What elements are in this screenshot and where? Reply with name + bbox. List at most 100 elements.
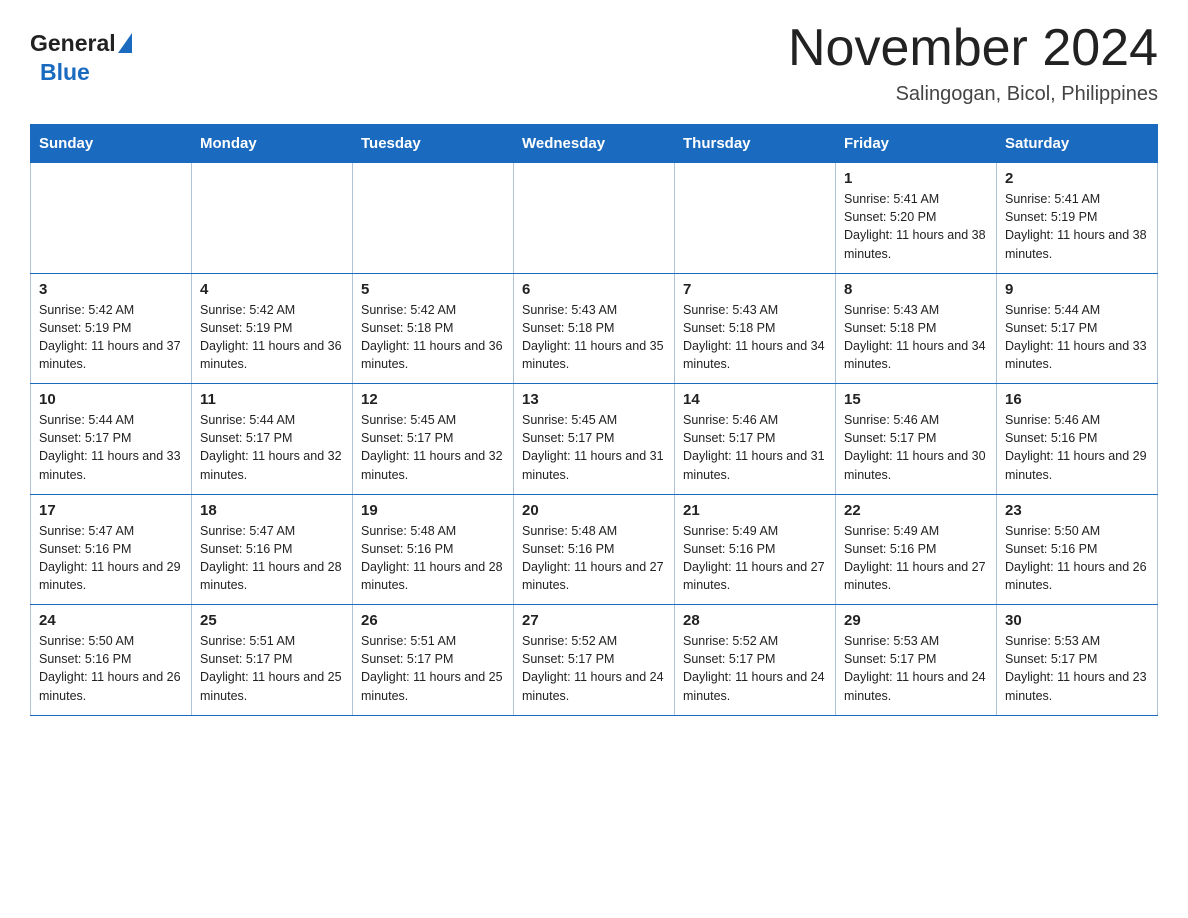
day-number: 23 [1005,502,1149,519]
calendar-cell: 1Sunrise: 5:41 AMSunset: 5:20 PMDaylight… [836,163,997,274]
calendar-week-3: 10Sunrise: 5:44 AMSunset: 5:17 PMDayligh… [31,384,1158,495]
day-info: Sunrise: 5:45 AMSunset: 5:17 PMDaylight:… [522,411,666,484]
day-info: Sunrise: 5:48 AMSunset: 5:16 PMDaylight:… [522,522,666,595]
day-number: 29 [844,612,988,629]
day-number: 11 [200,391,344,408]
logo-blue-text: Blue [40,59,90,86]
calendar-cell: 6 Sunrise: 5:43 AMSunset: 5:18 PMDaylight… [514,273,675,384]
day-number: 26 [361,612,505,629]
day-number: 19 [361,502,505,519]
calendar-cell: 22 Sunrise: 5:49 AMSunset: 5:16 PMDayligh… [836,494,997,605]
day-number: 17 [39,502,183,519]
calendar-cell: 3 Sunrise: 5:42 AMSunset: 5:19 PMDaylight… [31,273,192,384]
day-number: 18 [200,502,344,519]
calendar-cell: 7 Sunrise: 5:43 AMSunset: 5:18 PMDaylight… [675,273,836,384]
day-info: Sunrise: 5:50 AMSunset: 5:16 PMDaylight:… [39,632,183,705]
calendar-cell: 10Sunrise: 5:44 AMSunset: 5:17 PMDayligh… [31,384,192,495]
calendar-cell: 13Sunrise: 5:45 AMSunset: 5:17 PMDayligh… [514,384,675,495]
day-info: Sunrise: 5:44 AMSunset: 5:17 PMDaylight:… [39,411,183,484]
page-subtitle: Salingogan, Bicol, Philippines [788,83,1158,106]
calendar-cell: 9 Sunrise: 5:44 AMSunset: 5:17 PMDaylight… [997,273,1158,384]
calendar-cell: 28Sunrise: 5:52 AMSunset: 5:17 PMDayligh… [675,605,836,716]
calendar-cell: 27Sunrise: 5:52 AMSunset: 5:17 PMDayligh… [514,605,675,716]
calendar-cell: 25Sunrise: 5:51 AMSunset: 5:17 PMDayligh… [192,605,353,716]
calendar-cell: 20 Sunrise: 5:48 AMSunset: 5:16 PMDayligh… [514,494,675,605]
calendar-cell [192,163,353,274]
day-info: Sunrise: 5:45 AMSunset: 5:17 PMDaylight:… [361,411,505,484]
day-number: 28 [683,612,827,629]
calendar-week-2: 3 Sunrise: 5:42 AMSunset: 5:19 PMDaylight… [31,273,1158,384]
day-info: Sunrise: 5:51 AMSunset: 5:17 PMDaylight:… [361,632,505,705]
calendar-cell: 23Sunrise: 5:50 AMSunset: 5:16 PMDayligh… [997,494,1158,605]
page-header: General Blue November 2024 Salingogan, B… [30,20,1158,106]
day-number: 15 [844,391,988,408]
logo-arrow-icon [118,33,132,53]
day-number: 5 [361,281,505,298]
calendar-cell: 29 Sunrise: 5:53 AMSunset: 5:17 PMDayligh… [836,605,997,716]
day-number: 14 [683,391,827,408]
calendar-cell: 11Sunrise: 5:44 AMSunset: 5:17 PMDayligh… [192,384,353,495]
calendar-week-4: 17 Sunrise: 5:47 AMSunset: 5:16 PMDayligh… [31,494,1158,605]
calendar-cell: 12 Sunrise: 5:45 AMSunset: 5:17 PMDayligh… [353,384,514,495]
calendar-week-5: 24 Sunrise: 5:50 AMSunset: 5:16 PMDayligh… [31,605,1158,716]
day-number: 2 [1005,170,1149,187]
calendar-cell: 19 Sunrise: 5:48 AMSunset: 5:16 PMDayligh… [353,494,514,605]
weekday-header-wednesday: Wednesday [514,125,675,163]
weekday-header-friday: Friday [836,125,997,163]
day-info: Sunrise: 5:46 AMSunset: 5:17 PMDaylight:… [683,411,827,484]
calendar-cell: 5 Sunrise: 5:42 AMSunset: 5:18 PMDaylight… [353,273,514,384]
calendar-cell: 2Sunrise: 5:41 AMSunset: 5:19 PMDaylight… [997,163,1158,274]
calendar-cell [353,163,514,274]
day-info: Sunrise: 5:43 AMSunset: 5:18 PMDaylight:… [844,301,988,374]
day-number: 20 [522,502,666,519]
weekday-header-thursday: Thursday [675,125,836,163]
day-number: 22 [844,502,988,519]
day-number: 9 [1005,281,1149,298]
day-info: Sunrise: 5:41 AMSunset: 5:20 PMDaylight:… [844,190,988,263]
page-title: November 2024 [788,20,1158,77]
calendar-cell: 17 Sunrise: 5:47 AMSunset: 5:16 PMDayligh… [31,494,192,605]
calendar-cell: 21Sunrise: 5:49 AMSunset: 5:16 PMDayligh… [675,494,836,605]
title-area: November 2024 Salingogan, Bicol, Philipp… [788,20,1158,106]
calendar-week-1: 1Sunrise: 5:41 AMSunset: 5:20 PMDaylight… [31,163,1158,274]
day-number: 7 [683,281,827,298]
day-number: 6 [522,281,666,298]
day-info: Sunrise: 5:48 AMSunset: 5:16 PMDaylight:… [361,522,505,595]
day-info: Sunrise: 5:51 AMSunset: 5:17 PMDaylight:… [200,632,344,705]
calendar-cell: 14 Sunrise: 5:46 AMSunset: 5:17 PMDayligh… [675,384,836,495]
day-info: Sunrise: 5:43 AMSunset: 5:18 PMDaylight:… [683,301,827,374]
day-info: Sunrise: 5:42 AMSunset: 5:18 PMDaylight:… [361,301,505,374]
day-number: 3 [39,281,183,298]
calendar-cell: 15 Sunrise: 5:46 AMSunset: 5:17 PMDayligh… [836,384,997,495]
day-info: Sunrise: 5:46 AMSunset: 5:17 PMDaylight:… [844,411,988,484]
calendar-cell: 30Sunrise: 5:53 AMSunset: 5:17 PMDayligh… [997,605,1158,716]
weekday-header-sunday: Sunday [31,125,192,163]
day-info: Sunrise: 5:49 AMSunset: 5:16 PMDaylight:… [844,522,988,595]
calendar-cell: 4Sunrise: 5:42 AMSunset: 5:19 PMDaylight… [192,273,353,384]
calendar-cell: 8 Sunrise: 5:43 AMSunset: 5:18 PMDaylight… [836,273,997,384]
weekday-header-tuesday: Tuesday [353,125,514,163]
calendar-cell: 24 Sunrise: 5:50 AMSunset: 5:16 PMDayligh… [31,605,192,716]
day-info: Sunrise: 5:42 AMSunset: 5:19 PMDaylight:… [39,301,183,374]
calendar-cell: 16Sunrise: 5:46 AMSunset: 5:16 PMDayligh… [997,384,1158,495]
day-info: Sunrise: 5:44 AMSunset: 5:17 PMDaylight:… [1005,301,1149,374]
calendar-cell [514,163,675,274]
logo-general-text: General [30,30,116,57]
calendar-table: SundayMondayTuesdayWednesdayThursdayFrid… [30,124,1158,716]
weekday-header-row: SundayMondayTuesdayWednesdayThursdayFrid… [31,125,1158,163]
day-info: Sunrise: 5:52 AMSunset: 5:17 PMDaylight:… [522,632,666,705]
day-number: 24 [39,612,183,629]
day-number: 8 [844,281,988,298]
weekday-header-saturday: Saturday [997,125,1158,163]
day-number: 4 [200,281,344,298]
calendar-cell: 26 Sunrise: 5:51 AMSunset: 5:17 PMDayligh… [353,605,514,716]
day-info: Sunrise: 5:53 AMSunset: 5:17 PMDaylight:… [844,632,988,705]
calendar-cell [675,163,836,274]
day-number: 16 [1005,391,1149,408]
calendar-cell [31,163,192,274]
day-info: Sunrise: 5:47 AMSunset: 5:16 PMDaylight:… [200,522,344,595]
day-number: 12 [361,391,505,408]
day-info: Sunrise: 5:43 AMSunset: 5:18 PMDaylight:… [522,301,666,374]
logo: General Blue [30,20,132,86]
day-info: Sunrise: 5:47 AMSunset: 5:16 PMDaylight:… [39,522,183,595]
